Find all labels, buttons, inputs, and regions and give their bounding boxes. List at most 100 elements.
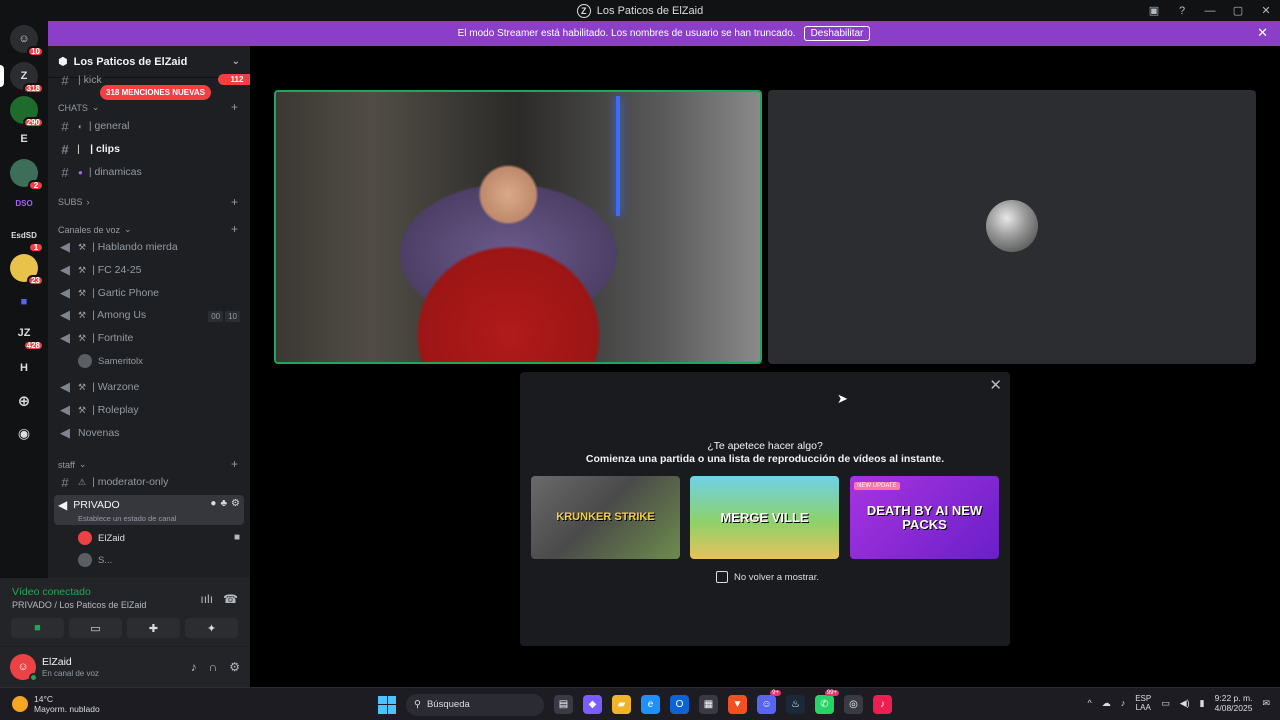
channel-name: | Among Us xyxy=(92,309,147,321)
network-icon[interactable]: ▭ xyxy=(1161,698,1170,709)
search-icon: ⚲ xyxy=(414,699,421,710)
cloud-icon[interactable]: ☁ xyxy=(1102,698,1111,709)
voice-location[interactable]: PRIVADO / Los Paticos de ElZaid xyxy=(12,600,146,610)
category-voice[interactable]: Canales de voz ⌄ xyxy=(58,224,132,235)
help-icon[interactable]: ? xyxy=(1168,0,1196,21)
channel-clips[interactable]: # ▏ | clips xyxy=(58,139,120,159)
clock[interactable]: 9:22 p. m. 4/08/2025 xyxy=(1215,693,1253,713)
new-mentions-pill[interactable]: 318 MENCIONES NUEVAS xyxy=(100,85,211,100)
activity-card-death-by-ai[interactable]: NEW UPDATE DEATH BY AI NEW PACKS xyxy=(850,476,999,559)
category-chats[interactable]: CHATS ⌄ xyxy=(58,102,99,113)
soundboard-button[interactable]: ✦ xyxy=(185,618,238,638)
channel-dinamicas[interactable]: # ● | dinamicas xyxy=(58,162,142,182)
dont-show-again-checkbox[interactable]: No volver a mostrar. xyxy=(716,571,819,583)
server-item-5[interactable]: 2 xyxy=(10,159,44,191)
steam-icon[interactable]: ♨ xyxy=(786,695,805,714)
discover-icon[interactable]: ◉ xyxy=(10,419,38,447)
add-server-icon[interactable]: ⊕ xyxy=(10,387,38,415)
task-view-icon[interactable]: ▤ xyxy=(554,695,573,714)
taskbar-search[interactable]: ⚲ Búsqueda xyxy=(406,693,544,716)
inbox-icon[interactable]: ▣ xyxy=(1140,0,1168,21)
server-item-e[interactable]: E xyxy=(10,125,38,153)
close-icon[interactable]: ✕ xyxy=(989,376,1002,394)
channel-general[interactable]: # ◐ | general xyxy=(58,116,129,136)
language-indicator[interactable]: ESP LAA xyxy=(1135,694,1151,712)
chat-icon[interactable]: ● xyxy=(210,498,216,509)
voice-channel-fc[interactable]: ◀ ⚒ | FC 24-25 xyxy=(58,260,142,280)
disconnect-icon[interactable]: ☎ xyxy=(223,592,238,606)
weather-widget[interactable]: 14°C Mayorm. nublado xyxy=(12,694,100,714)
activity-card-merge[interactable]: MERGE VILLE xyxy=(690,476,839,559)
voice-channel-warzone[interactable]: ◀ ⚒ | Warzone xyxy=(58,377,139,397)
activity-title: KRUNKER STRIKE xyxy=(556,510,655,523)
voice-channel-hablando[interactable]: ◀ ⚒ | Hablando mierda xyxy=(58,237,178,257)
video-tile-avatar[interactable] xyxy=(768,90,1256,364)
store-icon[interactable]: ▦ xyxy=(699,695,718,714)
voice-user-s[interactable]: S... xyxy=(78,550,112,570)
server-los-paticos[interactable]: Z 318 xyxy=(10,62,44,94)
voice-channel-gartic[interactable]: ◀ ⚒ | Gartic Phone xyxy=(58,283,159,303)
category-staff[interactable]: staff ⌄ xyxy=(58,459,86,470)
windows-start-icon[interactable] xyxy=(378,695,396,714)
server-item-3[interactable]: 290 xyxy=(10,96,44,128)
add-channel-icon[interactable]: + xyxy=(231,222,238,236)
whatsapp-icon[interactable]: ✆ 99+ xyxy=(815,690,839,714)
file-explorer-icon[interactable]: ▰ xyxy=(612,695,631,714)
close-icon[interactable]: ✕ xyxy=(1257,25,1268,41)
maximize-button[interactable]: ▢ xyxy=(1224,0,1252,21)
add-channel-icon[interactable]: + xyxy=(231,195,238,209)
outlook-icon[interactable]: O xyxy=(670,695,689,714)
window-title: Z Los Paticos de ElZaid xyxy=(576,3,703,18)
microphone-icon[interactable]: ♪ xyxy=(1121,698,1126,708)
channel-moderator-only[interactable]: # ⚠ | moderator-only xyxy=(58,472,168,492)
volume-icon[interactable]: ◀) xyxy=(1180,698,1190,709)
video-tile-camera[interactable] xyxy=(274,90,762,364)
brave-icon[interactable]: ▼ xyxy=(728,695,747,714)
activities-button[interactable]: ✚ xyxy=(127,618,180,638)
truncated-channel[interactable]: # | kick xyxy=(58,74,101,86)
copilot-icon[interactable]: ◆ xyxy=(583,695,602,714)
server-item-esdsd[interactable]: EsdSD 1 xyxy=(10,221,44,253)
server-item-jz[interactable]: JZ 428 xyxy=(10,319,44,351)
channel-status-hint[interactable]: Establece un estado de canal xyxy=(78,514,176,523)
folder-icon[interactable]: ■ xyxy=(10,288,38,316)
voice-channel-among-us[interactable]: ◀ ⚒ | Among Us xyxy=(58,305,146,325)
headphones-icon[interactable]: ∩ xyxy=(209,660,218,674)
screen-share-button[interactable]: ▭ xyxy=(69,618,122,638)
minimize-button[interactable]: — xyxy=(1196,0,1224,21)
activity-card-krunker[interactable]: KRUNKER STRIKE xyxy=(531,476,680,559)
add-channel-icon[interactable]: + xyxy=(231,457,238,471)
gear-icon[interactable]: ⚙ xyxy=(229,660,240,674)
voice-channel-fortnite[interactable]: ◀ ⚒ | Fortnite xyxy=(58,328,133,348)
tiktok-icon[interactable]: ♪ xyxy=(873,695,892,714)
noise-suppression-icon[interactable]: ıılı xyxy=(200,592,213,606)
voice-user-sameritolx[interactable]: Sameritolx xyxy=(78,351,143,371)
server-item-h[interactable]: H xyxy=(10,354,38,382)
server-item-dso[interactable]: DSO xyxy=(10,189,38,217)
server-item-8[interactable]: 23 xyxy=(10,254,44,286)
user-name[interactable]: ElZaid xyxy=(42,656,72,668)
voice-channel-roleplay[interactable]: ◀ ⚒ | Roleplay xyxy=(58,400,139,420)
gear-icon[interactable]: ⚙ xyxy=(231,498,240,509)
channel-name: | dinamicas xyxy=(88,166,142,178)
camera-button[interactable]: ■ xyxy=(11,618,64,638)
battery-icon[interactable]: ▮ xyxy=(1200,698,1205,709)
voice-status[interactable]: Vídeo conectado xyxy=(12,586,91,598)
microphone-icon[interactable]: ♪ xyxy=(191,660,197,674)
voice-user-elzaid[interactable]: ElZaid xyxy=(78,528,125,548)
category-subs[interactable]: SUBS › xyxy=(58,197,90,207)
chevron-down-icon: ⌄ xyxy=(78,459,87,469)
discord-taskbar-icon[interactable]: ☺ 9+ xyxy=(757,690,781,714)
voice-channel-privado[interactable]: ◀ PRIVADO Establece un estado de canal ●… xyxy=(54,495,244,525)
chrome-icon[interactable]: ◎ xyxy=(844,695,863,714)
voice-channel-novenas[interactable]: ◀ Novenas xyxy=(58,423,119,443)
close-window-button[interactable]: ✕ xyxy=(1252,0,1280,21)
taskbar: 14°C Mayorm. nublado ⚲ Búsqueda ▤ ◆ ▰ e … xyxy=(0,687,1280,720)
edge-icon[interactable]: e xyxy=(641,695,660,714)
notifications-icon[interactable]: ✉ xyxy=(1262,698,1270,709)
chevron-up-icon[interactable]: ^ xyxy=(1087,698,1091,708)
add-channel-icon[interactable]: + xyxy=(231,100,238,114)
disable-streamer-button[interactable]: Deshabilitar xyxy=(803,26,871,41)
direct-messages-button[interactable]: ☺ 10 xyxy=(10,25,44,57)
invite-icon[interactable]: ♣ xyxy=(220,498,227,509)
